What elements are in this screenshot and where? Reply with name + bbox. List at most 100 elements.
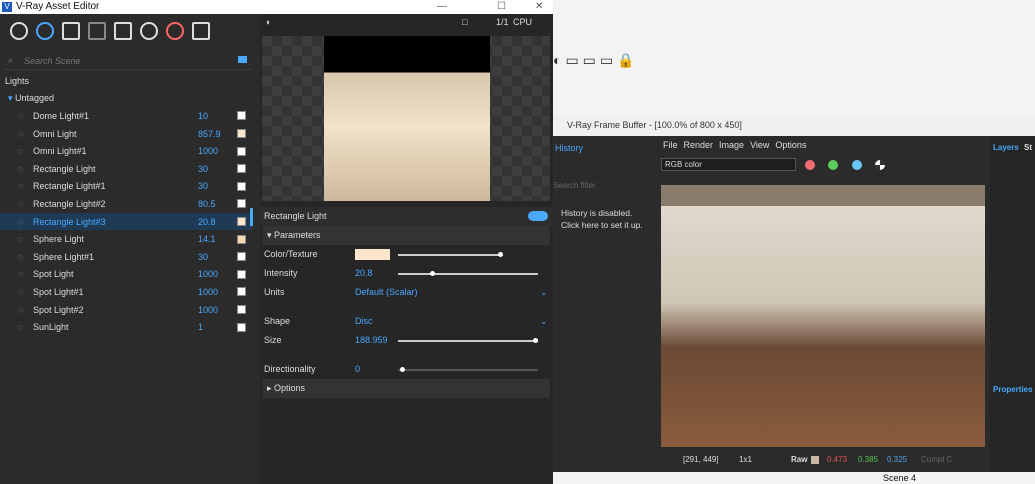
light-item[interactable]: ◌ Rectangle Light#1 30 xyxy=(0,178,252,196)
light-intensity[interactable]: 30 xyxy=(198,252,208,262)
compare-button[interactable]: Compl C xyxy=(921,449,952,471)
light-type-icon: ◌ xyxy=(18,146,24,157)
render-icon[interactable] xyxy=(166,22,184,40)
light-item[interactable]: ◌ SunLight 1 xyxy=(0,318,252,336)
light-color-swatch[interactable] xyxy=(237,181,246,191)
light-intensity[interactable]: 1000 xyxy=(198,269,218,279)
tag-group[interactable]: ▾ Untagged xyxy=(0,90,252,108)
light-item[interactable]: ◌ Sphere Light 14.1 xyxy=(0,230,252,248)
light-color-swatch[interactable] xyxy=(237,146,246,156)
light-item[interactable]: ◌ Omni Light 857.9 xyxy=(0,125,252,143)
geometry-icon[interactable] xyxy=(62,22,80,40)
frame-buffer-icon[interactable] xyxy=(192,22,210,40)
size-slider[interactable] xyxy=(398,338,538,343)
scrollbar[interactable] xyxy=(250,208,253,226)
color-slider[interactable] xyxy=(398,252,503,257)
light-name: Rectangle Light#2 xyxy=(33,198,106,209)
vray-logo-icon: V xyxy=(2,2,12,12)
search-input[interactable]: Search Scene xyxy=(4,52,252,70)
tag-icon[interactable] xyxy=(238,56,247,63)
light-color-swatch[interactable] xyxy=(237,322,246,332)
square-icon[interactable]: □ xyxy=(462,17,467,27)
materials-icon[interactable] xyxy=(10,22,28,40)
light-intensity[interactable]: 857.9 xyxy=(198,129,221,139)
light-intensity[interactable]: 1 xyxy=(198,322,203,332)
light-intensity[interactable]: 14.1 xyxy=(198,234,216,244)
blue-channel-button[interactable] xyxy=(852,160,862,170)
settings-icon[interactable] xyxy=(140,22,158,40)
light-color-swatch[interactable] xyxy=(237,111,246,121)
layers-tab[interactable]: Layers xyxy=(993,143,1019,152)
light-color-swatch[interactable] xyxy=(237,217,246,227)
light-color-swatch[interactable] xyxy=(237,234,246,244)
enable-toggle[interactable] xyxy=(528,211,548,221)
zoom-dropdown[interactable]: 1x1 xyxy=(739,449,752,471)
intensity-slider[interactable] xyxy=(398,271,538,276)
menu-options[interactable]: Options xyxy=(775,140,806,150)
light-intensity[interactable]: 20.8 xyxy=(198,217,216,227)
light-color-swatch[interactable] xyxy=(237,269,246,279)
channel-dropdown[interactable]: RGB color xyxy=(661,158,796,171)
shape-dropdown[interactable]: Disc xyxy=(355,312,373,331)
options-section[interactable]: ▸ Options xyxy=(263,379,550,398)
light-item[interactable]: ◌ Omni Light#1 1000 xyxy=(0,142,252,160)
light-color-swatch[interactable] xyxy=(237,252,246,262)
light-intensity[interactable]: 30 xyxy=(198,181,208,191)
history-search[interactable]: Search filter xyxy=(553,181,596,190)
intensity-field[interactable]: 20.8 xyxy=(355,264,373,283)
ratio-button[interactable]: 1/1 xyxy=(496,17,509,27)
menu-image[interactable]: Image xyxy=(719,140,744,150)
menu-file[interactable]: File xyxy=(663,140,678,150)
light-name: Sphere Light#1 xyxy=(33,251,95,262)
size-field[interactable]: 188.959 xyxy=(355,331,388,350)
textures-icon[interactable] xyxy=(114,22,132,40)
light-color-swatch[interactable] xyxy=(237,129,246,139)
light-item[interactable]: ◌ Rectangle Light#3 20.8 xyxy=(0,212,252,231)
directionality-field[interactable]: 0 xyxy=(355,360,360,379)
scene-tab[interactable]: Scene 4 xyxy=(880,473,920,484)
light-item[interactable]: ◌ Spot Light 1000 xyxy=(0,266,252,284)
light-item[interactable]: ◌ Sphere Light#1 30 xyxy=(0,248,252,266)
minimize-button[interactable]: — xyxy=(437,0,447,14)
light-type-icon: ◌ xyxy=(18,286,24,297)
alpha-channel-button[interactable] xyxy=(875,160,885,170)
lights-icon[interactable] xyxy=(36,22,54,40)
green-channel-button[interactable] xyxy=(828,160,838,170)
menu-render[interactable]: Render xyxy=(684,140,714,150)
preview-toggle-icon[interactable]: ◐ xyxy=(266,17,271,27)
units-dropdown[interactable]: Default (Scalar) xyxy=(355,283,418,302)
directionality-slider[interactable] xyxy=(398,367,538,372)
light-intensity[interactable]: 80.5 xyxy=(198,199,216,209)
parameters-section[interactable]: ▾ Parameters xyxy=(263,226,550,245)
light-color-swatch[interactable] xyxy=(237,164,246,174)
light-intensity[interactable]: 1000 xyxy=(198,287,218,297)
light-intensity[interactable]: 1000 xyxy=(198,146,218,156)
light-intensity[interactable]: 1000 xyxy=(198,305,218,315)
light-item[interactable]: ◌ Dome Light#1 10 xyxy=(0,107,252,125)
light-color-swatch[interactable] xyxy=(237,287,246,297)
color-swatch[interactable] xyxy=(355,249,390,260)
light-color-swatch[interactable] xyxy=(237,305,246,315)
stamp-tab[interactable]: St xyxy=(1024,143,1032,152)
maximize-button[interactable]: ☐ xyxy=(497,0,506,14)
menu-view[interactable]: View xyxy=(750,140,769,150)
close-button[interactable]: ✕ xyxy=(535,0,543,14)
chevron-down-icon[interactable]: ⌄ xyxy=(540,283,548,302)
light-item[interactable]: ◌ Spot Light#1 1000 xyxy=(0,283,252,301)
background-toolbar-icons: ◐▭▭▭🔒 xyxy=(553,52,639,68)
red-channel-button[interactable] xyxy=(805,160,815,170)
light-intensity[interactable]: 30 xyxy=(198,164,208,174)
history-message[interactable]: History is disabled. Click here to set i… xyxy=(561,207,651,231)
light-item[interactable]: ◌ Rectangle Light 30 xyxy=(0,160,252,178)
chevron-down-icon[interactable]: ⌄ xyxy=(540,312,548,331)
light-item[interactable]: ◌ Spot Light#2 1000 xyxy=(0,301,252,319)
history-tab[interactable]: History xyxy=(555,143,583,153)
light-name: Sphere Light xyxy=(33,234,85,245)
pixel-coords: [291, 449] xyxy=(683,455,719,464)
layers-icon[interactable] xyxy=(88,22,106,40)
raw-toggle[interactable]: Raw xyxy=(791,449,807,471)
light-item[interactable]: ◌ Rectangle Light#2 80.5 xyxy=(0,195,252,213)
light-intensity[interactable]: 10 xyxy=(198,111,208,121)
light-color-swatch[interactable] xyxy=(237,199,246,209)
engine-button[interactable]: CPU xyxy=(513,17,532,27)
